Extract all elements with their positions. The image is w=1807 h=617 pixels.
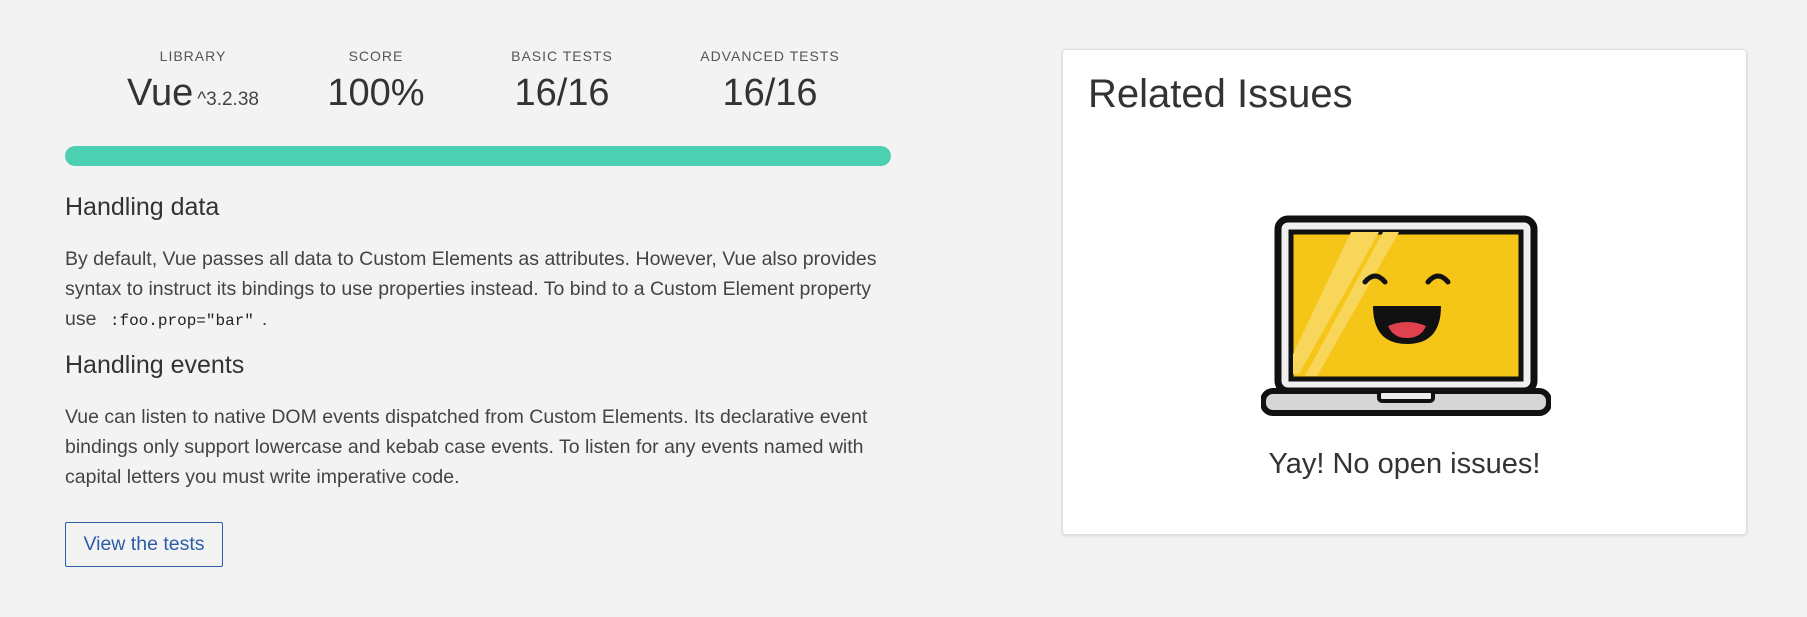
- happy-laptop-icon: [1261, 215, 1551, 416]
- stat-basic-tests-label: BASIC TESTS: [511, 48, 613, 64]
- stat-score: SCORE 100%: [311, 48, 441, 115]
- stat-library-value: Vue ^3.2.38: [113, 72, 273, 115]
- stat-library: LIBRARY Vue ^3.2.38: [113, 48, 273, 115]
- no-issues-message: Yay! No open issues!: [1268, 448, 1541, 480]
- handling-data-text: By default, Vue passes all data to Custo…: [65, 244, 905, 336]
- library-name: Vue: [127, 72, 194, 114]
- stat-advanced-tests-value: 16/16: [722, 72, 818, 114]
- stat-score-label: SCORE: [348, 48, 404, 64]
- view-tests-button[interactable]: View the tests: [65, 522, 223, 567]
- stat-advanced-tests: ADVANCED TESTS 16/16: [690, 48, 850, 115]
- prop-binding-code: :foo.prop="bar": [109, 312, 254, 330]
- library-version: ^3.2.38: [197, 89, 259, 110]
- handling-data-heading: Handling data: [65, 193, 220, 221]
- score-progress-fill: [65, 146, 891, 166]
- stat-basic-tests-value: 16/16: [514, 72, 610, 114]
- handling-events-text: Vue can listen to native DOM events disp…: [65, 406, 868, 488]
- handling-data-tail: .: [261, 308, 268, 330]
- stats-row: LIBRARY Vue ^3.2.38 SCORE 100% BASIC TEST…: [65, 48, 891, 128]
- related-issues-card: Related Issues Yay! No open issues!: [1062, 49, 1747, 535]
- related-issues-title: Related Issues: [1088, 72, 1353, 116]
- stat-basic-tests: BASIC TESTS 16/16: [497, 48, 627, 115]
- stat-library-label: LIBRARY: [159, 48, 227, 64]
- handling-events-heading: Handling events: [65, 351, 245, 379]
- score-progress-bar: [65, 146, 891, 166]
- stat-advanced-tests-label: ADVANCED TESTS: [700, 48, 840, 64]
- stat-score-value: 100%: [327, 72, 425, 114]
